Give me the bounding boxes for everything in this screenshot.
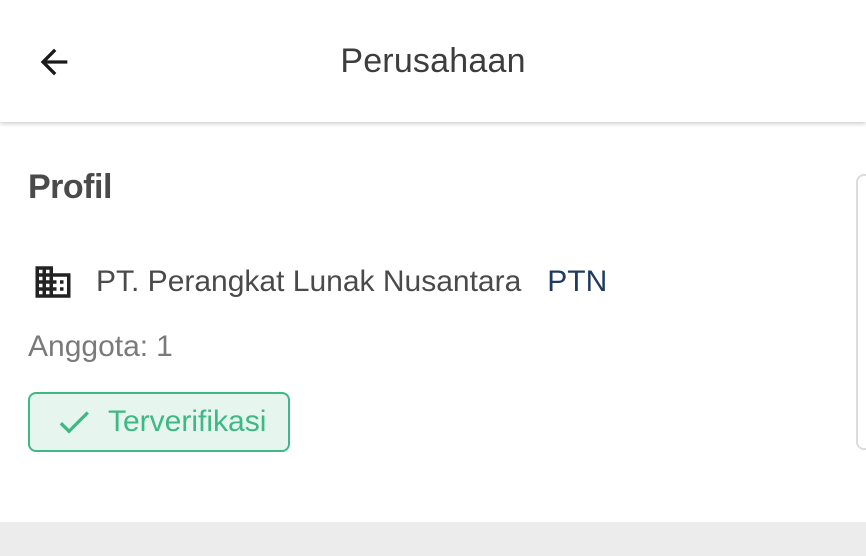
verified-label: Terverifikasi bbox=[108, 405, 267, 438]
company-row: PT. Perangkat Lunak Nusantara PTN bbox=[32, 260, 607, 304]
next-card-edge[interactable] bbox=[856, 174, 866, 450]
company-name: PT. Perangkat Lunak Nusantara bbox=[96, 265, 522, 298]
members-count: Anggota: 1 bbox=[28, 330, 173, 364]
verified-badge: Terverifikasi bbox=[28, 392, 290, 452]
members-label: Anggota: bbox=[28, 330, 149, 363]
members-number: 1 bbox=[156, 330, 173, 363]
profile-section: Profil PT. Perangkat Lunak Nusantara PTN… bbox=[0, 122, 866, 522]
check-icon bbox=[54, 402, 94, 442]
section-title: Profil bbox=[28, 168, 112, 206]
section-divider bbox=[0, 522, 866, 556]
building-icon bbox=[32, 261, 74, 303]
company-code: PTN bbox=[547, 265, 608, 298]
page-title: Perusahaan bbox=[340, 42, 526, 80]
app-bar: Perusahaan bbox=[0, 0, 866, 122]
